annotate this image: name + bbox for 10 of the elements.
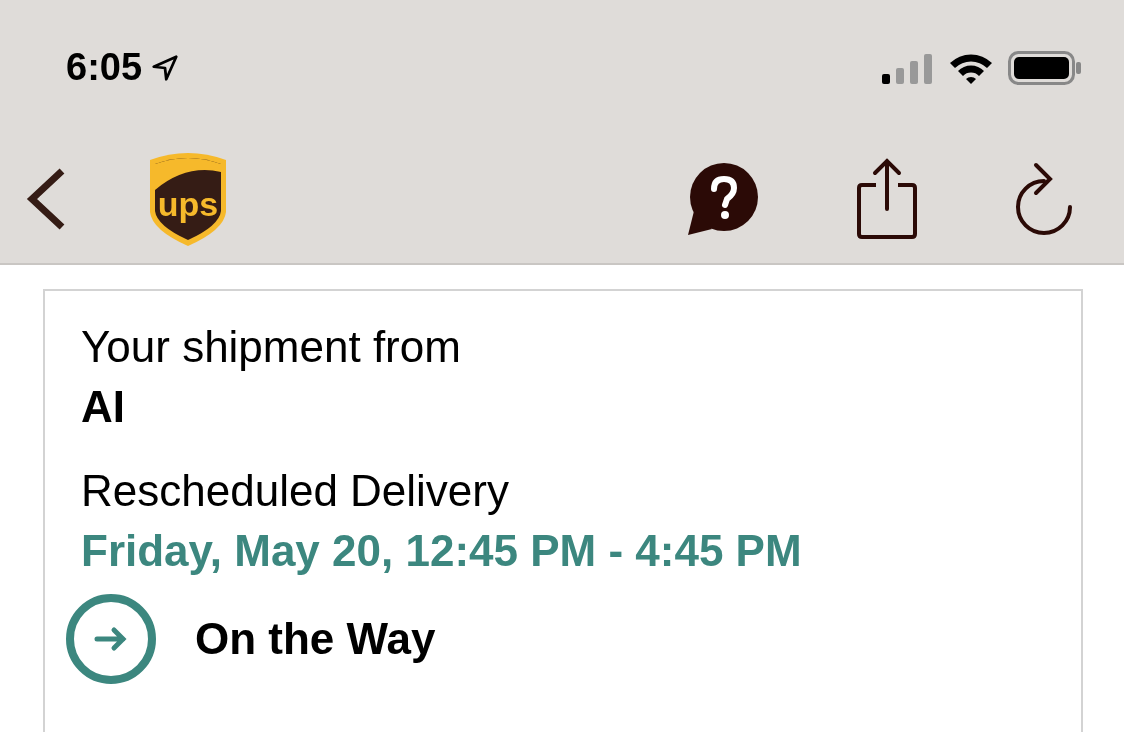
- battery-icon: [1008, 50, 1082, 85]
- signal-icon: [882, 51, 934, 84]
- share-button[interactable]: [856, 157, 918, 241]
- delivery-label: Rescheduled Delivery: [81, 465, 510, 517]
- arrow-circle-icon: [65, 593, 157, 685]
- shipment-from-label: Your shipment from: [81, 321, 462, 373]
- sender-name: AI: [81, 381, 126, 433]
- clock-time: 6:05: [66, 46, 143, 89]
- delivery-window: Friday, May 20, 12:45 PM - 4:45 PM: [81, 521, 1045, 581]
- shipment-status: On the Way: [195, 614, 436, 664]
